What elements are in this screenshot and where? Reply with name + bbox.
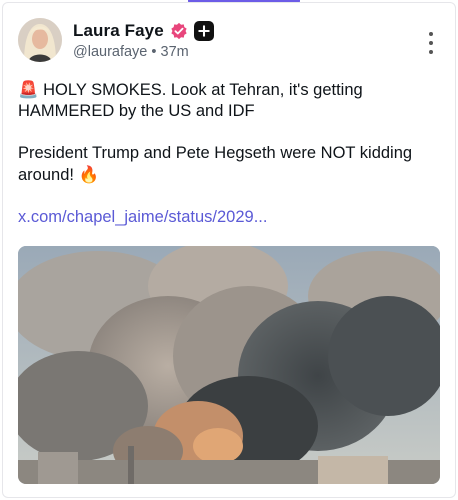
post-line-2: President Trump and Pete Hegseth were NO…	[18, 143, 438, 186]
post-line-2-text: President Trump and Pete Hegseth were NO…	[18, 144, 413, 184]
verified-badge-icon	[170, 22, 188, 40]
post-time[interactable]: 37m	[161, 44, 189, 60]
post-image[interactable]	[18, 246, 440, 484]
handle-line: @laurafaye • 37m	[73, 44, 189, 60]
post-line-1-text: HOLY SMOKES. Look at Tehran, it's gettin…	[18, 81, 363, 120]
fire-icon: 🔥	[78, 165, 100, 184]
siren-icon: 🚨	[18, 80, 39, 99]
post-body: 🚨 HOLY SMOKES. Look at Tehran, it's gett…	[18, 79, 438, 186]
more-vertical-icon[interactable]	[426, 32, 436, 54]
plus-badge-icon	[193, 21, 214, 41]
post-header: Laura Faye @laurafaye • 37m	[18, 18, 442, 66]
avatar[interactable]	[18, 18, 62, 62]
active-tab-indicator	[188, 0, 300, 3]
post-line-1: 🚨 HOLY SMOKES. Look at Tehran, it's gett…	[18, 79, 438, 122]
meta-separator: •	[151, 44, 157, 60]
author-handle[interactable]: @laurafaye	[73, 44, 147, 60]
post-link[interactable]: x.com/chapel_jaime/status/2029...	[18, 208, 267, 227]
author-name[interactable]: Laura Faye	[73, 21, 164, 41]
